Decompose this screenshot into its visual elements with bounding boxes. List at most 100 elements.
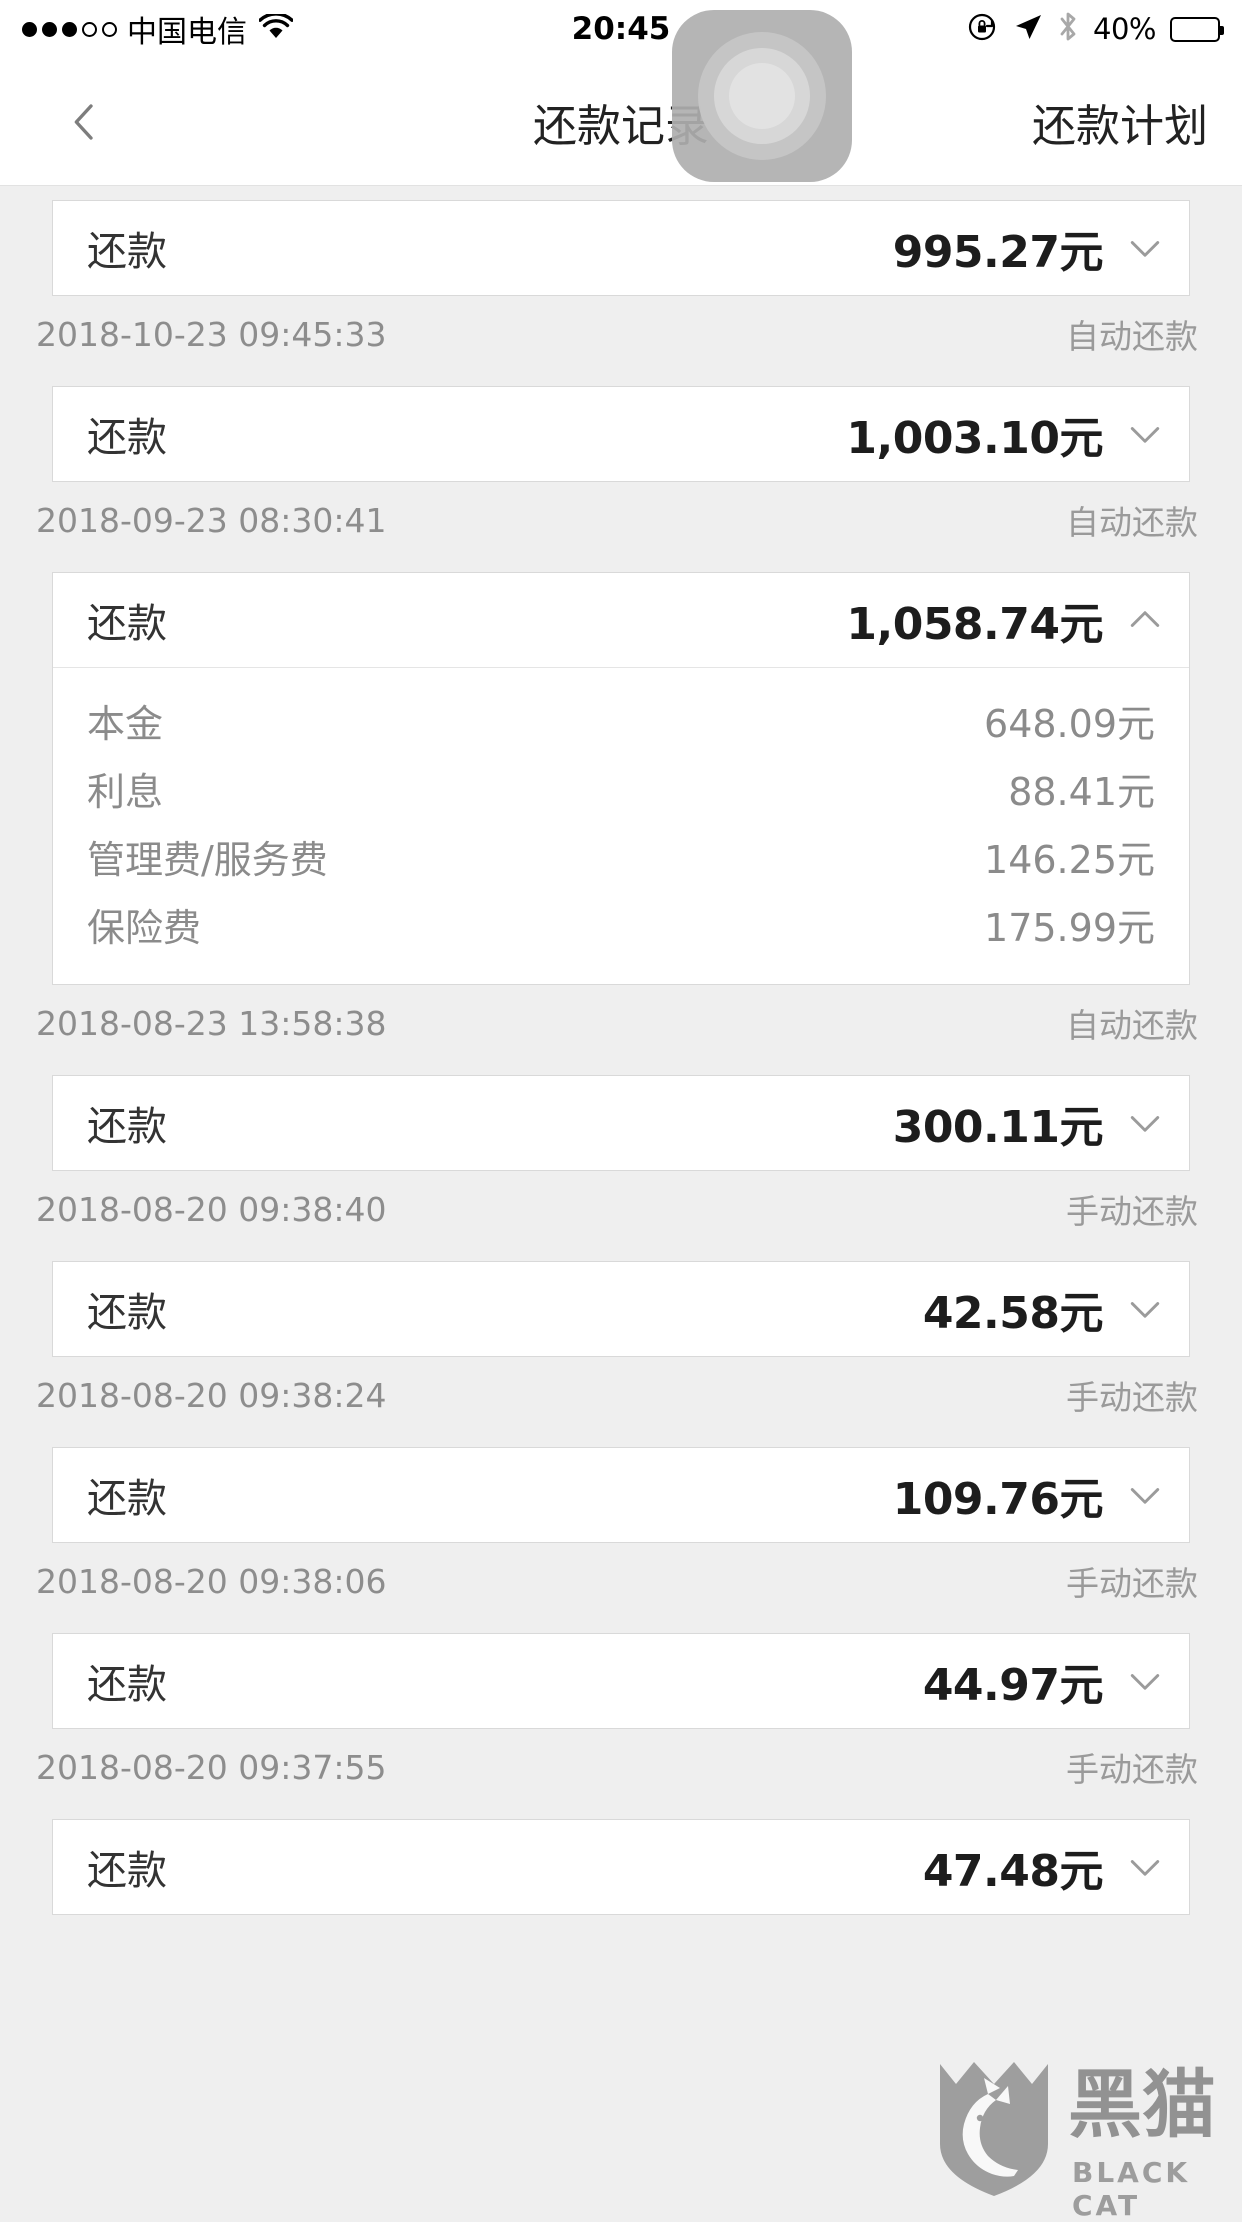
repayment-card-header[interactable]: 还款 42.58元 xyxy=(53,1262,1189,1356)
breakdown-row: 本金 648.09元 xyxy=(87,686,1155,754)
repayment-type-badge: 手动还款 xyxy=(1066,1371,1198,1419)
repayment-card-header[interactable]: 还款 44.97元 xyxy=(53,1634,1189,1728)
repayment-timestamp: 2018-08-20 09:37:55 xyxy=(36,1748,386,1787)
repayment-timestamp: 2018-08-20 09:38:06 xyxy=(36,1562,386,1601)
repayment-meta-row: 2018-08-20 09:38:40手动还款 xyxy=(0,1171,1242,1247)
chevron-down-icon[interactable] xyxy=(1125,228,1165,268)
list-spacer xyxy=(0,558,1242,572)
repayment-record-list[interactable]: 还款995.27元2018-10-23 09:45:33自动还款还款1,003.… xyxy=(0,186,1242,1915)
chevron-up-icon[interactable] xyxy=(1125,600,1165,640)
assistive-touch-ring-inner xyxy=(729,63,795,129)
repayment-card-header[interactable]: 还款109.76元 xyxy=(53,1448,1189,1542)
repayment-timestamp: 2018-08-23 13:58:38 xyxy=(36,1004,386,1043)
repayment-meta-row: 2018-09-23 08:30:41 自动还款 xyxy=(0,482,1242,558)
repayment-type-badge: 自动还款 xyxy=(1066,496,1198,544)
repayment-amount: 995.27元 xyxy=(893,216,1103,280)
status-bar: 中国电信 20:45 xyxy=(0,0,1242,58)
repayment-timestamp: 2018-08-20 09:38:24 xyxy=(36,1376,386,1415)
list-spacer xyxy=(0,1805,1242,1819)
breakdown-row: 利息 88.41元 xyxy=(87,754,1155,822)
repayment-card-right: 1,058.74元 xyxy=(846,588,1165,652)
list-spacer xyxy=(0,372,1242,386)
repayment-amount: 42.58元 xyxy=(923,1277,1103,1341)
carrier-name: 中国电信 xyxy=(127,7,247,51)
wifi-icon xyxy=(259,14,293,44)
chevron-down-icon[interactable] xyxy=(1125,1103,1165,1143)
repayment-amount: 1,003.10元 xyxy=(846,402,1103,466)
list-spacer xyxy=(0,1247,1242,1261)
breakdown-value: 88.41元 xyxy=(1008,761,1155,816)
list-spacer xyxy=(0,1061,1242,1075)
repayment-card-label: 还款 xyxy=(87,1838,167,1896)
chevron-down-icon[interactable] xyxy=(1125,414,1165,454)
signal-dot xyxy=(82,22,97,37)
assistive-touch-ring-mid xyxy=(714,48,810,144)
repayment-meta-row: 2018-10-23 09:45:33自动还款 xyxy=(0,296,1242,372)
repayment-card-label: 还款 xyxy=(87,1466,167,1524)
repayment-type-badge: 自动还款 xyxy=(1066,999,1198,1047)
repayment-card-label: 还款 xyxy=(87,1280,167,1338)
breakdown-value: 648.09元 xyxy=(984,693,1155,748)
black-cat-shield-icon xyxy=(930,2058,1058,2202)
repayment-card-header[interactable]: 还款1,003.10元 xyxy=(53,387,1189,481)
breakdown-label: 利息 xyxy=(87,761,163,816)
repayment-card-label: 还款 xyxy=(87,1652,167,1710)
breakdown-value: 175.99元 xyxy=(984,897,1155,952)
assistive-touch-icon[interactable] xyxy=(672,10,852,182)
repayment-card-right: 300.11元 xyxy=(893,1091,1165,1155)
repayment-card-right: 995.27元 xyxy=(893,216,1165,280)
repayment-plan-button[interactable]: 还款计划 xyxy=(1032,58,1208,185)
chevron-down-icon[interactable] xyxy=(1125,1661,1165,1701)
repayment-meta-row: 2018-08-20 09:38:06手动还款 xyxy=(0,1543,1242,1619)
location-arrow-icon xyxy=(1013,12,1043,46)
breakdown-row: 保险费 175.99元 xyxy=(87,890,1155,958)
repayment-card[interactable]: 还款109.76元 xyxy=(52,1447,1190,1543)
chevron-down-icon[interactable] xyxy=(1125,1847,1165,1887)
repayment-amount: 300.11元 xyxy=(893,1091,1103,1155)
repayment-amount: 1,058.74元 xyxy=(846,588,1103,652)
repayment-card-right: 44.97元 xyxy=(923,1649,1165,1713)
repayment-card[interactable]: 还款 995.27元 xyxy=(52,200,1190,296)
repayment-card[interactable]: 还款 44.97元 xyxy=(52,1633,1190,1729)
repayment-timestamp: 2018-10-23 09:45:33 xyxy=(36,315,386,354)
watermark-en-label: BLACK CAT xyxy=(1072,2156,1230,2222)
chevron-down-icon[interactable] xyxy=(1125,1475,1165,1515)
repayment-card-header[interactable]: 还款 1,058.74元 xyxy=(53,573,1189,667)
bluetooth-icon xyxy=(1057,11,1079,47)
repayment-card-label: 还款 xyxy=(87,1094,167,1152)
signal-dot xyxy=(22,22,37,37)
repayment-card-right: 1,003.10元 xyxy=(846,402,1165,466)
navigation-bar: 还款记录 还款计划 xyxy=(0,58,1242,186)
battery-percent-label: 40% xyxy=(1093,12,1156,46)
breakdown-label: 管理费/服务费 xyxy=(87,829,328,884)
repayment-card-right: 47.48元 xyxy=(923,1835,1165,1899)
list-spacer xyxy=(0,1433,1242,1447)
repayment-card[interactable]: 还款 1,058.74元本金 648.09元利息 88.41元管理费/服务费 146.2… xyxy=(52,572,1190,985)
repayment-card-header[interactable]: 还款 300.11元 xyxy=(53,1076,1189,1170)
repayment-card-header[interactable]: 还款 995.27元 xyxy=(53,201,1189,295)
repayment-timestamp: 2018-08-20 09:38:40 xyxy=(36,1190,386,1229)
list-spacer xyxy=(0,186,1242,200)
chevron-down-icon[interactable] xyxy=(1125,1289,1165,1329)
breakdown-value: 146.25元 xyxy=(984,829,1155,884)
repayment-card[interactable]: 还款 47.48元 xyxy=(52,1819,1190,1915)
breakdown-label: 本金 xyxy=(87,693,163,748)
signal-dot xyxy=(42,22,57,37)
repayment-card-label: 还款 xyxy=(87,219,167,277)
assistive-touch-ring-outer xyxy=(698,32,826,160)
breakdown-label: 保险费 xyxy=(87,897,201,952)
status-bar-right: 40% xyxy=(967,11,1220,47)
black-cat-watermark: 黑猫 BLACK CAT xyxy=(930,2052,1230,2202)
repayment-card-right: 42.58元 xyxy=(923,1277,1165,1341)
repayment-type-badge: 手动还款 xyxy=(1066,1743,1198,1791)
repayment-amount: 47.48元 xyxy=(923,1835,1103,1899)
repayment-card[interactable]: 还款 42.58元 xyxy=(52,1261,1190,1357)
rotation-lock-icon xyxy=(967,11,999,47)
repayment-timestamp: 2018-09-23 08:30:41 xyxy=(36,501,386,540)
repayment-card[interactable]: 还款 300.11元 xyxy=(52,1075,1190,1171)
list-spacer xyxy=(0,1619,1242,1633)
repayment-card-label: 还款 xyxy=(87,591,167,649)
battery-icon xyxy=(1170,17,1220,42)
repayment-card[interactable]: 还款1,003.10元 xyxy=(52,386,1190,482)
repayment-card-header[interactable]: 还款 47.48元 xyxy=(53,1820,1189,1914)
